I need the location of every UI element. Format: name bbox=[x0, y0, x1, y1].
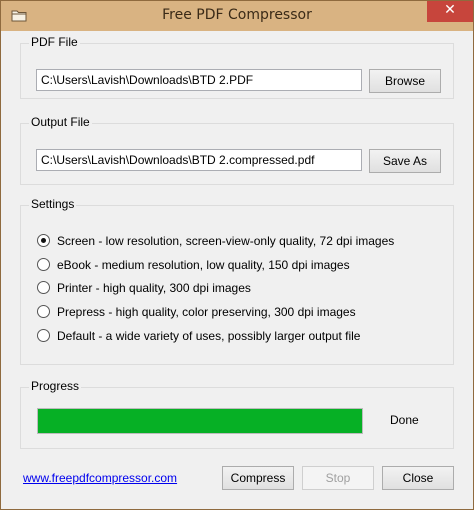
output-file-group: Output File C:\Users\Lavish\Downloads\BT… bbox=[20, 115, 454, 185]
progress-status: Done bbox=[390, 413, 419, 427]
output-file-label: Output File bbox=[29, 115, 92, 129]
close-button[interactable]: Close bbox=[382, 466, 454, 490]
pdf-file-label: PDF File bbox=[29, 35, 80, 49]
window-close-button[interactable]: ✕ bbox=[427, 1, 473, 22]
radio-label: Prepress - high quality, color preservin… bbox=[57, 305, 356, 319]
radio-label: Printer - high quality, 300 dpi images bbox=[57, 281, 251, 295]
compress-button[interactable]: Compress bbox=[222, 466, 294, 490]
radio-button[interactable] bbox=[37, 305, 50, 318]
radio-button[interactable] bbox=[37, 281, 50, 294]
progress-bar bbox=[37, 408, 363, 434]
close-icon: ✕ bbox=[444, 2, 456, 18]
website-link[interactable]: www.freepdfcompressor.com bbox=[23, 471, 177, 485]
save-as-button[interactable]: Save As bbox=[369, 149, 441, 173]
pdf-file-group: PDF File C:\Users\Lavish\Downloads\BTD 2… bbox=[20, 35, 454, 99]
app-window: Free PDF Compressor ✕ PDF File C:\Users\… bbox=[0, 0, 474, 510]
settings-group: Settings Screen - low resolution, screen… bbox=[20, 197, 454, 365]
settings-label: Settings bbox=[29, 197, 77, 211]
radio-label: eBook - medium resolution, low quality, … bbox=[57, 258, 350, 272]
window-title: Free PDF Compressor bbox=[162, 7, 312, 23]
pdf-file-input[interactable]: C:\Users\Lavish\Downloads\BTD 2.PDF bbox=[36, 69, 362, 91]
radio-label: Screen - low resolution, screen-view-onl… bbox=[57, 234, 395, 248]
browse-button[interactable]: Browse bbox=[369, 69, 441, 93]
radio-button[interactable] bbox=[37, 258, 50, 271]
progress-group: Progress Done bbox=[20, 379, 454, 449]
client-area: PDF File C:\Users\Lavish\Downloads\BTD 2… bbox=[8, 31, 466, 504]
radio-button[interactable] bbox=[37, 234, 50, 247]
radio-label: Default - a wide variety of uses, possib… bbox=[57, 329, 361, 343]
progress-label: Progress bbox=[29, 379, 82, 393]
radio-button[interactable] bbox=[37, 329, 50, 342]
output-file-input[interactable]: C:\Users\Lavish\Downloads\BTD 2.compress… bbox=[36, 149, 362, 171]
stop-button[interactable]: Stop bbox=[302, 466, 374, 490]
progress-fill bbox=[38, 409, 362, 433]
title-bar[interactable]: Free PDF Compressor ✕ bbox=[1, 1, 473, 31]
